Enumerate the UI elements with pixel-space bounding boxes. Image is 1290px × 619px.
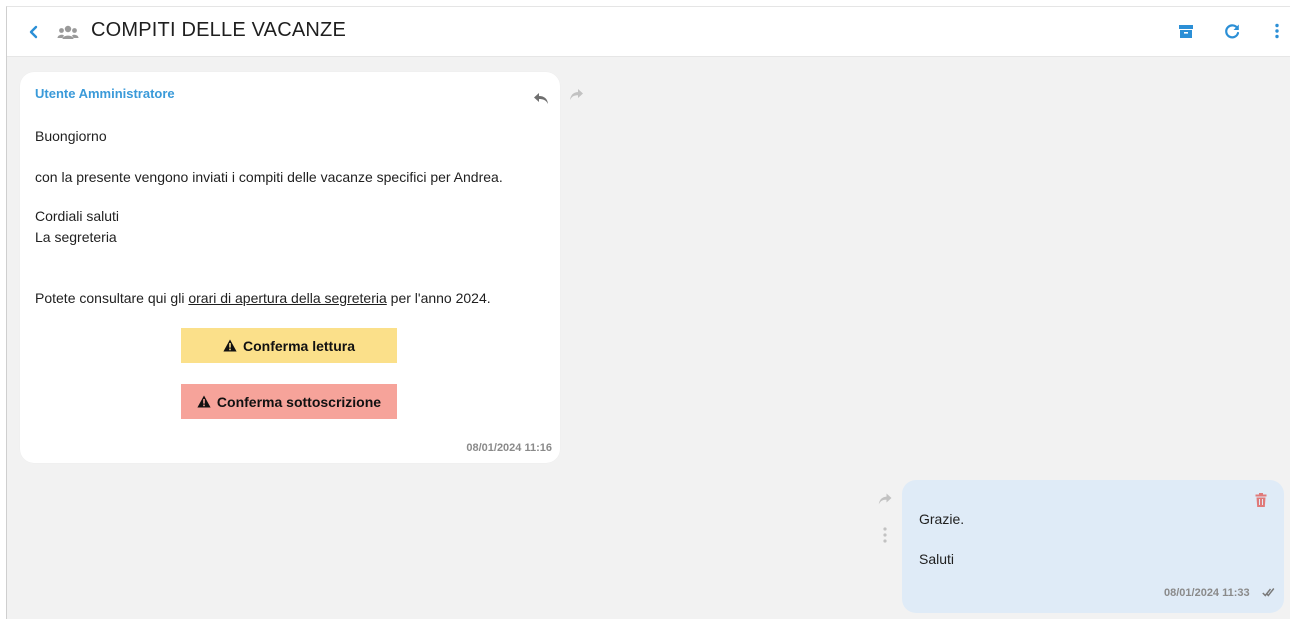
page-title: COMPITI DELLE VACANZE: [91, 19, 346, 41]
message-closing: Cordiali saluti: [35, 208, 120, 224]
message-signature: La segreteria: [35, 229, 117, 245]
reply-line-2: Saluti: [919, 551, 955, 567]
forward-icon[interactable]: [878, 493, 892, 505]
info-prefix: Potete consultare qui gli: [35, 290, 189, 306]
warning-icon: [197, 395, 211, 408]
kebab-menu-icon[interactable]: [1268, 22, 1286, 40]
message-info-line: Potete consultare qui gli orari di apert…: [35, 290, 491, 306]
double-check-icon: [1262, 588, 1275, 597]
group-icon: [57, 25, 79, 39]
message-body: con la presente vengono inviati i compit…: [35, 169, 503, 185]
message-greeting: Buongiorno: [35, 128, 107, 144]
chat-window: COMPITI DELLE VACANZE Utente Amministrat…: [6, 6, 1290, 619]
outgoing-message-bubble: Grazie. Saluti 08/01/2024 11:33: [902, 480, 1284, 613]
reply-icon[interactable]: [533, 91, 549, 105]
message-timestamp: 08/01/2024 11:16: [466, 442, 552, 454]
forward-icon[interactable]: [569, 88, 584, 101]
more-options-icon[interactable]: [882, 526, 888, 544]
incoming-message-bubble: Utente Amministratore Buongiorno con la …: [20, 72, 560, 463]
warning-icon: [223, 339, 237, 352]
top-bar: COMPITI DELLE VACANZE: [7, 7, 1290, 57]
refresh-icon[interactable]: [1223, 22, 1241, 40]
confirm-read-label: Conferma lettura: [242, 337, 356, 354]
back-icon[interactable]: [26, 24, 40, 40]
message-timestamp: 08/01/2024 11:33: [1164, 587, 1250, 599]
info-suffix: per l'anno 2024.: [386, 290, 491, 306]
trash-icon[interactable]: [1255, 493, 1267, 507]
archive-icon[interactable]: [1177, 22, 1195, 40]
sender-name: Utente Amministratore: [35, 86, 175, 101]
reply-line-1: Grazie.: [919, 511, 965, 527]
confirm-read-button[interactable]: Conferma lettura: [181, 328, 397, 363]
confirm-signature-button[interactable]: Conferma sottoscrizione: [181, 384, 397, 419]
office-hours-link[interactable]: orari di apertura della segreteria: [188, 290, 386, 306]
confirm-signature-label: Conferma sottoscrizione: [216, 393, 382, 410]
